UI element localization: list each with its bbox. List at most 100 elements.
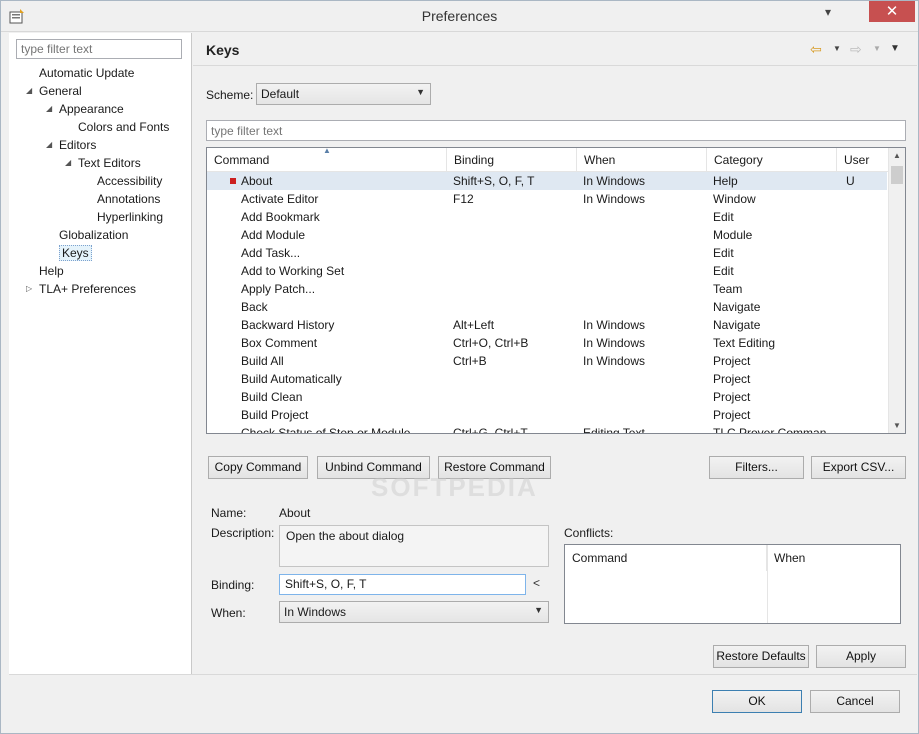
table-row[interactable]: Add to Working Set Edit: [207, 262, 887, 280]
command-cell: Apply Patch...: [241, 282, 316, 296]
column-header-when[interactable]: When: [577, 148, 707, 172]
description-field: Open the about dialog: [279, 525, 549, 567]
keys-filter-input[interactable]: [206, 120, 906, 141]
binding-cell: Ctrl+B: [453, 354, 487, 368]
export-csv-button[interactable]: Export CSV...: [811, 456, 906, 479]
scheme-select[interactable]: Default ▼: [256, 83, 431, 105]
table-row[interactable]: Build Clean Project: [207, 388, 887, 406]
tree-item[interactable]: ▷ TLA+ Preferences: [26, 280, 136, 298]
conflicts-table: Command When: [564, 544, 901, 624]
table-row[interactable]: Add Task... Edit: [207, 244, 887, 262]
apply-button[interactable]: Apply: [816, 645, 906, 668]
table-row[interactable]: Add Module Module: [207, 226, 887, 244]
command-cell: Build Project: [241, 408, 309, 422]
tree-item-label: General: [39, 84, 82, 98]
conflicts-column-command[interactable]: Command: [565, 545, 767, 571]
command-cell: Add Module: [241, 228, 306, 242]
tree-item[interactable]: ◢ Appearance: [46, 100, 124, 118]
category-cell: Project: [713, 372, 751, 386]
table-row[interactable]: Back Navigate: [207, 298, 887, 316]
user-cell: U: [846, 174, 855, 188]
binding-input[interactable]: Shift+S, O, F, T: [279, 574, 526, 595]
column-header-binding[interactable]: Binding: [447, 148, 577, 172]
table-row[interactable]: Add Bookmark Edit: [207, 208, 887, 226]
category-cell: Navigate: [713, 318, 761, 332]
name-value: About: [279, 506, 311, 520]
close-button[interactable]: ✕: [869, 1, 915, 22]
category-cell: Project: [713, 408, 751, 422]
sort-ascending-icon: ▲: [323, 147, 331, 155]
when-select[interactable]: In Windows ▼: [279, 601, 549, 623]
tree-collapse-icon[interactable]: ◢: [46, 136, 52, 154]
cancel-button[interactable]: Cancel: [810, 690, 900, 713]
when-value: In Windows: [284, 605, 347, 619]
tree-item[interactable]: ◢ Text Editors: [65, 154, 141, 172]
chevron-down-icon: ▼: [534, 605, 543, 615]
back-history-dropdown-icon[interactable]: ▼: [833, 44, 841, 53]
title-bar: Preferences ▾ ✕: [1, 1, 918, 32]
tree-item[interactable]: Automatic Update: [39, 64, 134, 82]
table-row[interactable]: Build Project Project: [207, 406, 887, 424]
table-row[interactable]: Apply Patch... Team: [207, 280, 887, 298]
tree-expand-icon[interactable]: ▷: [26, 280, 32, 298]
tree-collapse-icon[interactable]: ◢: [26, 82, 32, 100]
binding-cell: Ctrl+O, Ctrl+B: [453, 336, 529, 350]
when-label: When:: [211, 606, 246, 620]
table-row[interactable]: Activate Editor F12 In Windows Window: [207, 190, 887, 208]
table-row[interactable]: Build All Ctrl+B In Windows Project: [207, 352, 887, 370]
when-cell: In Windows: [583, 174, 646, 188]
conflicts-column-when[interactable]: When: [767, 545, 900, 571]
window-menu-button[interactable]: ▾: [809, 1, 847, 25]
category-cell: Help: [713, 174, 738, 188]
table-scrollbar[interactable]: ▲ ▼: [888, 148, 905, 433]
tree-item[interactable]: Colors and Fonts: [78, 118, 169, 136]
column-header-user[interactable]: User: [837, 148, 887, 172]
binding-cell: Alt+Left: [453, 318, 495, 332]
user-binding-marker-icon: [230, 178, 236, 184]
name-label: Name:: [211, 506, 247, 520]
softpedia-watermark: SOFTPEDIA: [371, 472, 538, 502]
command-cell: Add Task...: [241, 246, 301, 260]
tree-item[interactable]: Annotations: [97, 190, 160, 208]
forward-history-dropdown-icon[interactable]: ▼: [873, 44, 881, 53]
when-cell: Editing Text: [583, 426, 645, 434]
scheme-value: Default: [261, 87, 300, 101]
view-menu-icon[interactable]: ▼: [890, 43, 900, 54]
tree-collapse-icon[interactable]: ◢: [65, 154, 71, 172]
binding-cell: Ctrl+G, Ctrl+T: [453, 426, 528, 434]
copy-command-button[interactable]: Copy Command: [208, 456, 308, 479]
tree-item[interactable]: Keys: [59, 244, 92, 262]
table-row[interactable]: About Shift+S, O, F, T In Windows Help U: [207, 172, 887, 190]
forward-arrow-icon[interactable]: ⇨: [850, 41, 862, 58]
scroll-down-icon[interactable]: ▼: [893, 421, 901, 430]
table-row[interactable]: Backward History Alt+Left In Windows Naviga…: [207, 316, 887, 334]
column-header-category[interactable]: Category: [707, 148, 837, 172]
when-cell: In Windows: [583, 192, 646, 206]
category-cell: Window: [713, 192, 756, 206]
scroll-up-icon[interactable]: ▲: [893, 151, 901, 160]
binding-cell: Shift+S, O, F, T: [453, 174, 535, 188]
tree-collapse-icon[interactable]: ◢: [46, 100, 52, 118]
scrollbar-thumb[interactable]: [891, 166, 903, 184]
back-arrow-icon[interactable]: ⇦: [810, 41, 822, 58]
tree-item-label: Globalization: [59, 228, 129, 242]
keys-table-header: Command ▲ Binding When Category User: [207, 148, 905, 172]
footer-divider: [9, 674, 917, 675]
category-cell: Edit: [713, 210, 734, 224]
table-row[interactable]: Check Status of Step or Module Ctrl+G, Ct…: [207, 424, 887, 434]
category-cell: Project: [713, 354, 751, 368]
tree-item[interactable]: Hyperlinking: [97, 208, 163, 226]
restore-defaults-button[interactable]: Restore Defaults: [713, 645, 809, 668]
tree-item[interactable]: Globalization: [59, 226, 128, 244]
table-row[interactable]: Box Comment Ctrl+O, Ctrl+B In Windows Text …: [207, 334, 887, 352]
table-row[interactable]: Build Automatically Project: [207, 370, 887, 388]
tree-item[interactable]: Help: [39, 262, 64, 280]
tree-item[interactable]: ◢ General: [26, 82, 82, 100]
tree-item[interactable]: ◢ Editors: [46, 136, 96, 154]
tree-filter-input[interactable]: [16, 39, 182, 59]
ok-button[interactable]: OK: [712, 690, 802, 713]
filters-button[interactable]: Filters...: [709, 456, 804, 479]
command-cell: Add to Working Set: [241, 264, 345, 278]
tree-item[interactable]: Accessibility: [97, 172, 162, 190]
binding-special-keys-button[interactable]: <: [533, 576, 540, 590]
